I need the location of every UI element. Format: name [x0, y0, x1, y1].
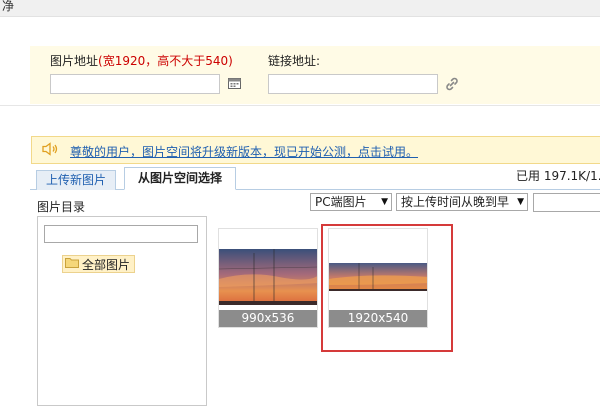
link-url-input[interactable]: [268, 74, 438, 94]
image-url-input[interactable]: [50, 74, 220, 94]
sort-order-selected: 按上传时间从晚到早: [401, 195, 510, 209]
image-source-select[interactable]: PC端图片 ▼: [310, 193, 392, 211]
image-size-hint: (宽1920，高不大于540): [98, 54, 233, 68]
image-thumbnail[interactable]: 990x536: [218, 228, 318, 328]
thumbnail-caption: 990x536: [219, 310, 317, 327]
directory-search-input[interactable]: [44, 225, 198, 243]
dropdown-arrow-icon: ▼: [517, 197, 524, 207]
link-url-label: 链接地址:: [268, 54, 321, 68]
dropdown-arrow-icon: ▼: [381, 197, 388, 207]
directory-panel: [37, 216, 207, 406]
notice-link[interactable]: 尊敬的用户，图片空间将升级新版本，现已开始公测，点击试用。: [70, 143, 418, 160]
dialog-title-fragment: 净: [2, 0, 15, 13]
directory-title: 图片目录: [37, 200, 86, 214]
calendar-icon[interactable]: [228, 77, 241, 92]
selection-highlight: [321, 224, 453, 352]
folder-label: 全部图片: [82, 257, 131, 272]
storage-usage: 已用 197.1K/1.0: [516, 169, 600, 183]
link-icon[interactable]: [444, 76, 460, 95]
image-search-input[interactable]: [533, 193, 600, 212]
tab-select-from-space[interactable]: 从图片空间选择: [124, 167, 236, 190]
folder-icon: [65, 257, 79, 271]
image-url-label: 图片地址(宽1920，高不大于540): [50, 52, 233, 69]
thumbnail-preview: [219, 249, 317, 305]
top-bar: [0, 0, 600, 17]
speaker-icon: [42, 142, 60, 159]
image-source-selected: PC端图片: [315, 195, 367, 209]
image-url-label-text: 图片地址: [50, 54, 99, 68]
folder-item-all-images[interactable]: 全部图片: [62, 255, 136, 273]
sort-order-select[interactable]: 按上传时间从晚到早 ▼: [396, 193, 528, 211]
tab-upload-new-image[interactable]: 上传新图片: [36, 170, 116, 190]
section-divider: [0, 105, 600, 106]
